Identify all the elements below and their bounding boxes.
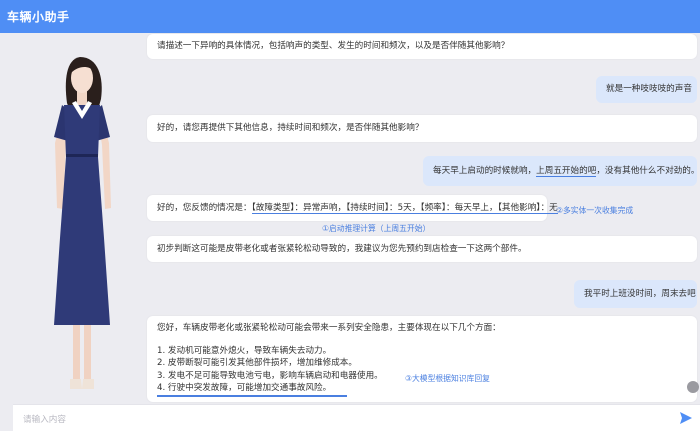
annotation-knowledge-base: ③大模型根据知识库回复 — [405, 374, 490, 383]
list-item: 2. 皮带断裂可能引发其他部件损坏，增加维修成本。 — [157, 358, 357, 368]
annotation-multi-entity: ②多实体一次收集完成 — [556, 206, 634, 215]
user-message: 就是一种吱吱吱的声音 — [596, 76, 697, 103]
list-item: 1. 发动机可能意外熄火，导致车辆失去动力。 — [157, 345, 332, 356]
bot-message-text: 好的，请您再提供下其他信息，持续时间和频次，是否伴随其他影响？ — [157, 123, 424, 133]
user-message-text: 我平时上班没时间，周末去吧 — [584, 289, 696, 299]
chat-input[interactable]: 请输入内容 — [23, 413, 66, 425]
bot-message: 您好，车辆皮带老化或张紧轮松动可能会带来一系列安全隐患，主要体现在以下几个方面：… — [147, 316, 697, 402]
bot-message: 初步判断这可能是皮带老化或者张紧轮松动导致的，我建议为您先预约到店检查一下这两个… — [147, 236, 697, 262]
bot-message-text: 好的，您反馈的情况是： — [157, 203, 252, 213]
assistant-avatar — [0, 33, 145, 405]
bot-message: 好的，您反馈的情况是：【故障类型】：异常声响，【持续时间】：5天，【频率】：每天… — [147, 195, 558, 221]
chat-input-bar: 请输入内容 — [13, 404, 700, 431]
bot-message: 好的，请您再提供下其他信息，持续时间和频次，是否伴随其他影响？ — [147, 115, 697, 142]
user-message-text: ，没有其他什么不对劲的。 — [596, 166, 700, 176]
bot-message-text: 您好，车辆皮带老化或张紧轮松动可能会带来一系列安全隐患，主要体现在以下几个方面： — [157, 323, 501, 333]
annotation-underline — [157, 395, 347, 397]
scroll-thumb[interactable] — [687, 381, 699, 393]
app-title: 车辆小助手 — [7, 10, 70, 24]
user-message-text: 每天早上启动的时候就响， — [433, 166, 537, 176]
user-message-highlight: 上周五开始的吧 — [536, 166, 597, 177]
user-message: 每天早上启动的时候就响，上周五开始的吧，没有其他什么不对劲的。 — [423, 156, 700, 186]
app-header: 车辆小助手 — [0, 0, 700, 33]
bot-message-text: 初步判断这可能是皮带老化或者张紧轮松动导致的，我建议为您先预约到店检查一下这两个… — [157, 244, 527, 254]
bot-message-text: 请描述一下异响的具体情况，包括响声的类型、发生的时间和频次，以及是否伴随其他影响… — [157, 41, 510, 51]
user-message-text: 就是一种吱吱吱的声音 — [606, 84, 692, 94]
annotation-reasoning: ①启动推理计算（上周五开始） — [322, 224, 431, 233]
user-message: 我平时上班没时间，周末去吧 — [574, 280, 697, 308]
send-icon[interactable] — [679, 411, 693, 425]
bot-message-highlight: 【故障类型】：异常声响，【持续时间】：5天，【频率】：每天早上，【其他影响】：无 — [251, 203, 558, 214]
bot-message: 请描述一下异响的具体情况，包括响声的类型、发生的时间和频次，以及是否伴随其他影响… — [147, 34, 697, 59]
